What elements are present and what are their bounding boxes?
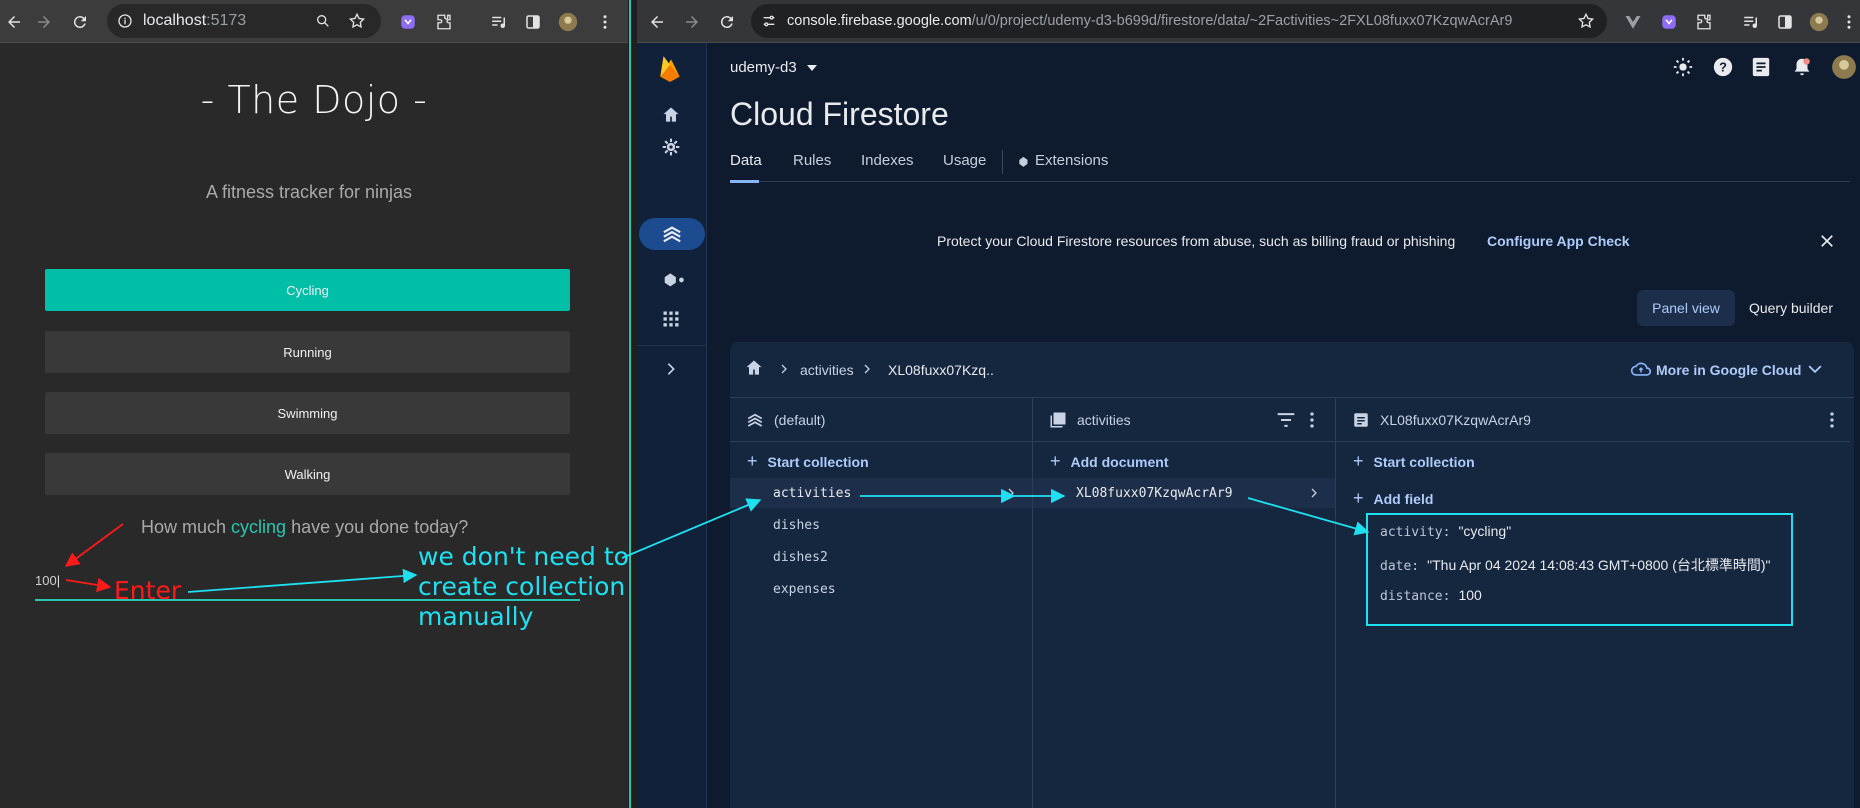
cyan-arrow-to-activities <box>621 498 762 559</box>
annotation-arrows <box>64 488 1370 593</box>
screenshot-root: localhost:5173 - The Dojo - A fitness t… <box>0 0 1860 808</box>
annotation-note-line: we don't need to <box>418 542 629 571</box>
red-arrow-to-input <box>64 523 124 567</box>
annotation-note-line: create collection <box>418 572 626 601</box>
annotation-note: we don't need to create collection manua… <box>418 542 629 632</box>
red-arrow-to-enter <box>65 577 112 593</box>
annotation-enter: Enter <box>114 576 182 605</box>
cyan-arrow-to-note <box>187 568 418 593</box>
cyan-arrow-to-fields <box>1247 497 1370 536</box>
annotation-note-line: manually <box>418 602 534 631</box>
